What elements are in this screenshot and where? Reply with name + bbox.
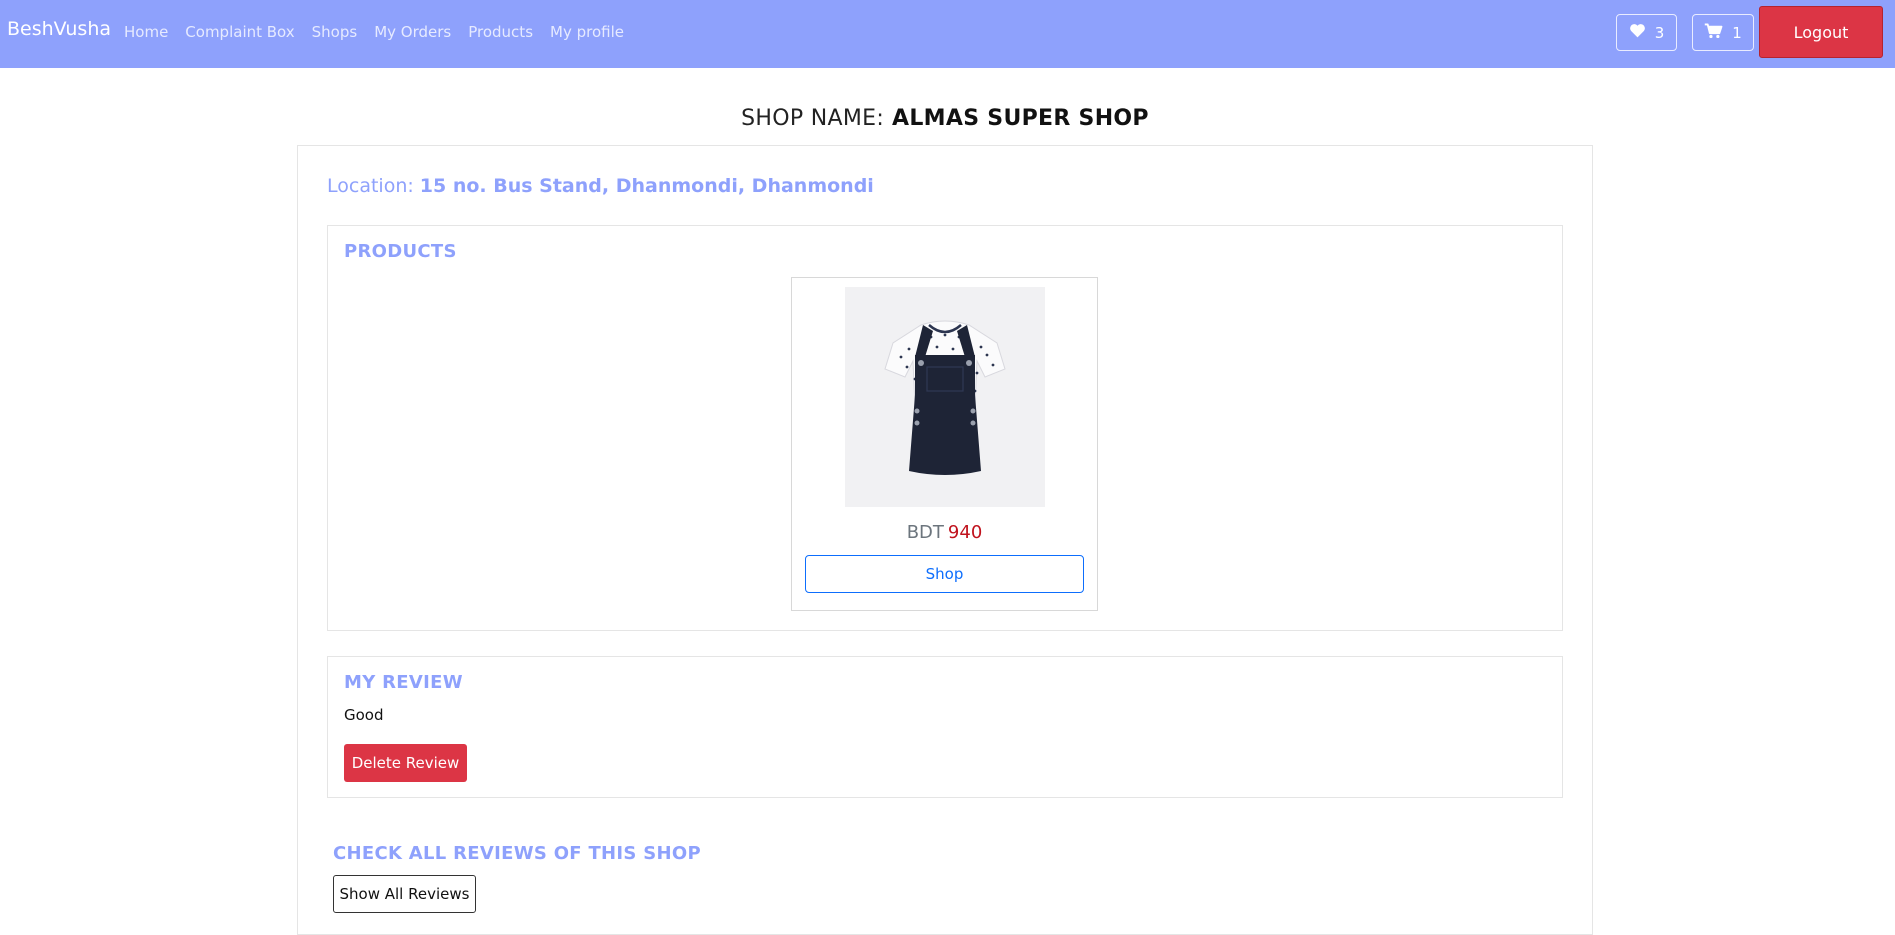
shop-location: Location: 15 no. Bus Stand, Dhanmondi, Dh… bbox=[327, 175, 874, 197]
my-review-text: Good bbox=[344, 706, 384, 724]
logout-button[interactable]: Logout bbox=[1759, 6, 1883, 58]
heart-icon bbox=[1629, 23, 1646, 42]
price-amount: 940 bbox=[947, 522, 983, 543]
cart-button[interactable]: 1 bbox=[1692, 14, 1754, 51]
page-title: SHOP NAME: ALMAS SUPER SHOP bbox=[0, 106, 1890, 131]
shop-button[interactable]: Shop bbox=[805, 555, 1084, 593]
brand-logo[interactable]: BeshVusha bbox=[7, 18, 111, 40]
products-heading: PRODUCTS bbox=[344, 241, 457, 262]
nav-my-orders[interactable]: My Orders bbox=[374, 23, 451, 41]
price-currency: BDT bbox=[906, 522, 944, 543]
my-review-section bbox=[327, 656, 1563, 798]
wishlist-button[interactable]: 3 bbox=[1616, 14, 1677, 51]
location-value: 15 no. Bus Stand, Dhanmondi, Dhanmondi bbox=[419, 175, 874, 197]
show-all-reviews-button[interactable]: Show All Reviews bbox=[333, 875, 476, 913]
nav-shops[interactable]: Shops bbox=[312, 23, 358, 41]
navbar: BeshVusha Home Complaint Box Shops My Or… bbox=[0, 0, 1895, 68]
product-image[interactable] bbox=[845, 287, 1045, 507]
nav-products[interactable]: Products bbox=[468, 23, 533, 41]
delete-review-button[interactable]: Delete Review bbox=[344, 744, 467, 782]
location-label: Location: bbox=[327, 175, 414, 197]
all-reviews-heading: CHECK ALL REVIEWS OF THIS SHOP bbox=[333, 843, 701, 864]
nav-complaint-box[interactable]: Complaint Box bbox=[185, 23, 294, 41]
wishlist-count: 3 bbox=[1654, 23, 1665, 42]
nav-home[interactable]: Home bbox=[124, 23, 168, 41]
product-price: BDT 940 bbox=[791, 522, 1098, 543]
cart-count: 1 bbox=[1732, 23, 1742, 42]
shop-name: ALMAS SUPER SHOP bbox=[892, 106, 1149, 131]
nav-my-profile[interactable]: My profile bbox=[550, 23, 624, 41]
nav-links: Home Complaint Box Shops My Orders Produ… bbox=[124, 23, 641, 41]
shop-name-label: SHOP NAME: bbox=[741, 106, 885, 131]
cart-icon bbox=[1704, 23, 1723, 43]
my-review-heading: MY REVIEW bbox=[344, 672, 463, 693]
